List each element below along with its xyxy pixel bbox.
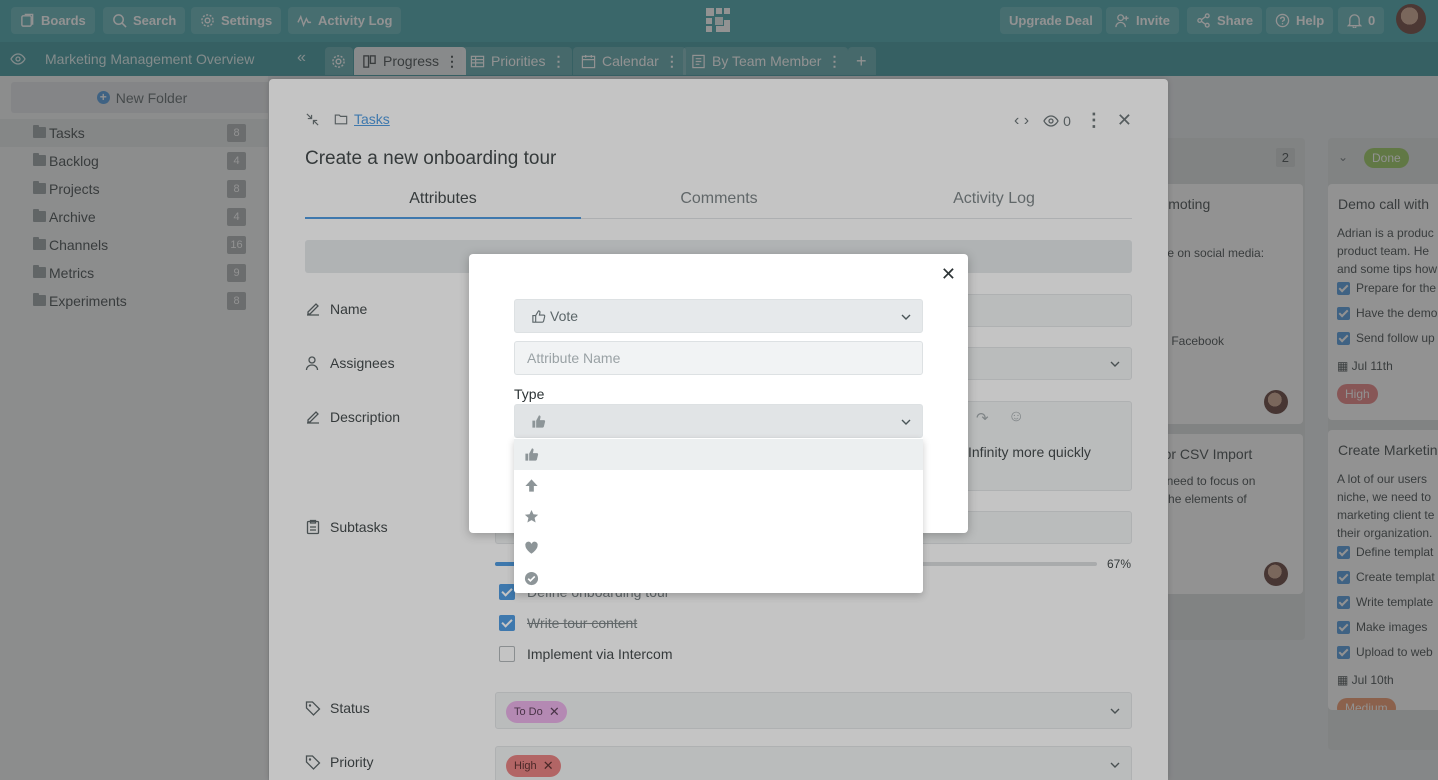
option-thumbs-up[interactable] <box>514 439 923 470</box>
star-icon <box>524 509 539 523</box>
option-check-circle[interactable] <box>514 563 923 594</box>
chevron-down-icon <box>901 314 911 320</box>
heart-icon <box>525 541 538 554</box>
arrow-up-icon <box>525 479 538 492</box>
icon-type-select[interactable] <box>514 404 923 438</box>
icon-type-dropdown <box>514 438 923 593</box>
thumbs-up-icon <box>525 448 539 461</box>
attribute-name-input[interactable] <box>514 341 923 375</box>
thumbs-up-outline-icon <box>532 309 546 323</box>
close-icon[interactable]: ✕ <box>941 264 956 285</box>
attribute-preset-value: Vote <box>550 308 579 324</box>
thumbs-up-icon <box>532 414 546 428</box>
option-star[interactable] <box>514 501 923 532</box>
option-arrow-up[interactable] <box>514 470 923 501</box>
type-label: Type <box>514 386 545 402</box>
check-circle-icon <box>524 571 539 586</box>
attribute-preset-select[interactable]: Vote <box>514 299 923 333</box>
option-heart[interactable] <box>514 532 923 563</box>
chevron-down-icon <box>901 419 911 425</box>
